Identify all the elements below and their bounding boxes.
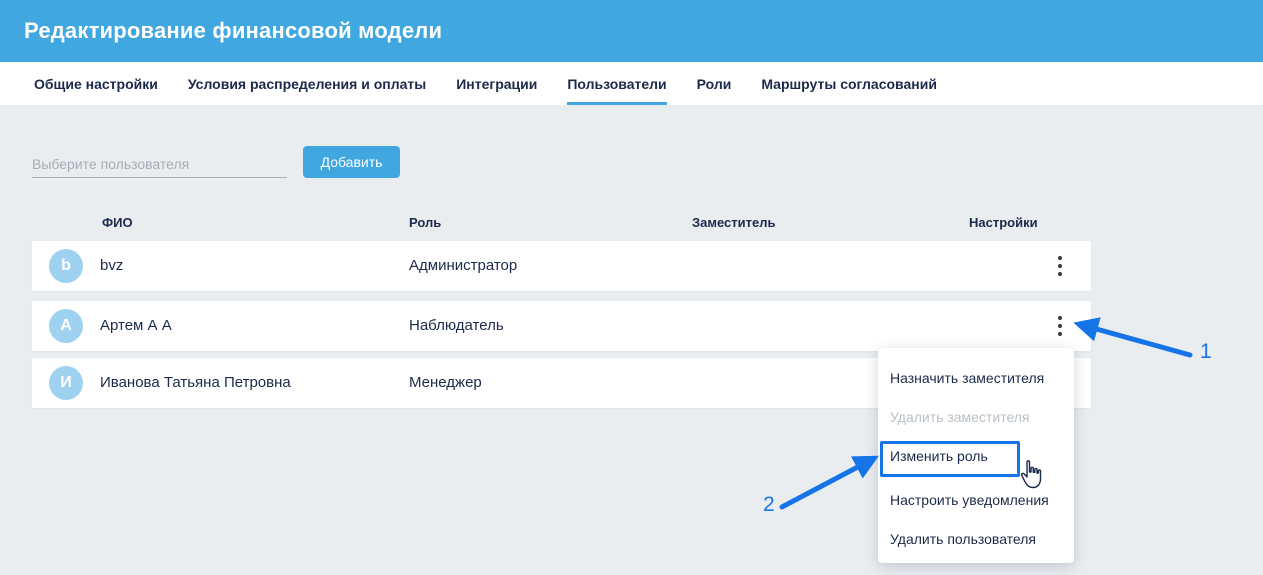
tab-users[interactable]: Пользователи: [567, 62, 667, 105]
user-name: bvz: [100, 257, 124, 274]
page-title: Редактирование финансовой модели: [24, 18, 443, 43]
menu-item-change-role[interactable]: Изменить роль: [890, 448, 988, 464]
user-name: Артем А А: [100, 317, 172, 334]
add-user-button[interactable]: Добавить: [303, 146, 400, 178]
tab-bar: Общие настройки Условия распределения и …: [0, 62, 1263, 105]
kebab-menu-icon[interactable]: [1052, 252, 1068, 280]
user-role: Наблюдатель: [409, 317, 504, 334]
tab-approval-routes[interactable]: Маршруты согласований: [761, 62, 937, 105]
user-select-input[interactable]: [32, 150, 287, 178]
kebab-menu-icon[interactable]: [1052, 312, 1068, 340]
avatar: b: [49, 249, 83, 283]
menu-item-remove-deputy: Удалить заместителя: [890, 409, 1030, 425]
column-header-fio: ФИО: [102, 215, 133, 230]
column-header-settings: Настройки: [969, 215, 1038, 230]
table-row: A Артем А А Наблюдатель: [32, 301, 1091, 351]
app-header: Редактирование финансовой модели: [0, 0, 1263, 62]
table-row: b bvz Администратор: [32, 241, 1091, 291]
table-header: ФИО Роль Заместитель Настройки: [0, 215, 1263, 231]
tab-integrations[interactable]: Интеграции: [456, 62, 537, 105]
annotation-arrow-1: [1073, 317, 1193, 358]
user-name: Иванова Татьяна Петровна: [100, 374, 291, 391]
tab-general-settings[interactable]: Общие настройки: [34, 62, 158, 105]
user-role: Менеджер: [409, 374, 482, 391]
tab-roles[interactable]: Роли: [697, 62, 732, 105]
menu-item-configure-notifications[interactable]: Настроить уведомления: [890, 492, 1049, 508]
menu-item-assign-deputy[interactable]: Назначить заместителя: [890, 370, 1044, 386]
tab-distribution-payment-terms[interactable]: Условия распределения и оплаты: [188, 62, 426, 105]
avatar: И: [49, 366, 83, 400]
avatar: A: [49, 309, 83, 343]
row-context-menu: Назначить заместителя Удалить заместител…: [878, 348, 1074, 563]
user-role: Администратор: [409, 257, 518, 274]
column-header-deputy: Заместитель: [692, 215, 776, 230]
annotation-step-2: 2: [763, 493, 775, 516]
annotation-step-1: 1: [1200, 340, 1212, 363]
menu-item-delete-user[interactable]: Удалить пользователя: [890, 531, 1036, 547]
column-header-role: Роль: [409, 215, 442, 230]
annotation-arrow-2: [779, 455, 879, 510]
